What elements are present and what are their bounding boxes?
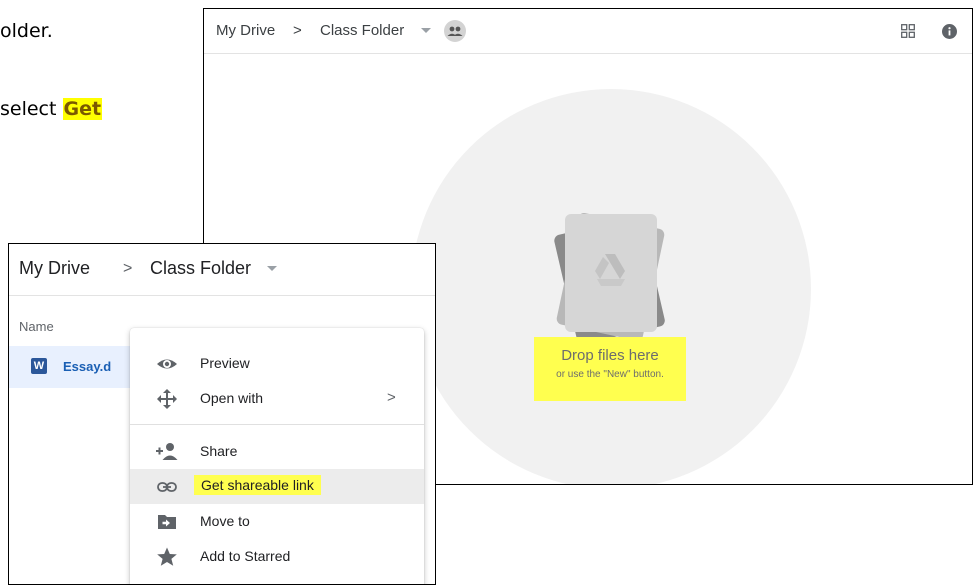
dropdown-caret-icon[interactable] (267, 266, 277, 272)
back-header: My Drive > Class Folder (204, 9, 972, 54)
menu-label: Add to Starred (200, 548, 291, 564)
menu-item-move-to[interactable]: Move to (130, 504, 424, 539)
menu-label: Open with (200, 390, 264, 406)
star-icon (157, 547, 177, 566)
menu-label: Share (200, 443, 238, 459)
chevron-right-icon: > (293, 22, 302, 39)
move-to-folder-icon (158, 515, 176, 529)
link-icon (157, 482, 177, 492)
menu-label: Get shareable link (194, 475, 321, 495)
menu-divider (130, 424, 424, 425)
menu-item-open-with[interactable]: Open with > (130, 381, 424, 416)
add-person-icon (156, 443, 178, 460)
dropdown-caret-icon[interactable] (421, 28, 431, 34)
name-column-header[interactable]: Name (19, 319, 54, 334)
drop-files-label: Drop files here or use the "New" button. (534, 337, 686, 401)
chevron-right-icon: > (123, 260, 133, 277)
grid-view-icon[interactable] (901, 24, 915, 38)
breadcrumb-my-drive[interactable]: My Drive (216, 22, 275, 39)
menu-item-share[interactable]: Share (130, 434, 424, 469)
info-icon[interactable] (942, 24, 957, 39)
eye-icon (157, 359, 177, 369)
file-name[interactable]: Essay.d (63, 359, 111, 374)
doc-text-line-2: select Get (0, 98, 103, 120)
drop-title: Drop files here (561, 347, 659, 364)
drive-logo-icon (554, 213, 665, 345)
front-header: My Drive > Class Folder (9, 244, 435, 296)
menu-item-preview[interactable]: Preview (130, 346, 424, 381)
move-arrows-icon (157, 389, 177, 409)
drop-subtitle: or use the "New" button. (556, 369, 664, 380)
breadcrumb-class-folder[interactable]: Class Folder (320, 22, 404, 39)
context-menu: Preview Open with > Share Get shareable … (130, 328, 424, 584)
doc-text-line-1: older. (0, 20, 53, 42)
doc-highlight-get: Get (62, 98, 103, 120)
drive-window-front: My Drive > Class Folder Name W Essay.d P… (8, 243, 436, 585)
breadcrumb-class-folder[interactable]: Class Folder (150, 258, 251, 279)
shared-folder-icon[interactable] (444, 20, 466, 42)
word-doc-icon: W (31, 358, 47, 374)
menu-label: Move to (200, 513, 250, 529)
breadcrumb-my-drive[interactable]: My Drive (19, 258, 90, 279)
doc-text-prefix: select (0, 98, 63, 120)
menu-item-get-shareable-link[interactable]: Get shareable link (130, 469, 424, 504)
submenu-chevron-icon: > (387, 389, 396, 406)
menu-label: Preview (200, 355, 250, 371)
